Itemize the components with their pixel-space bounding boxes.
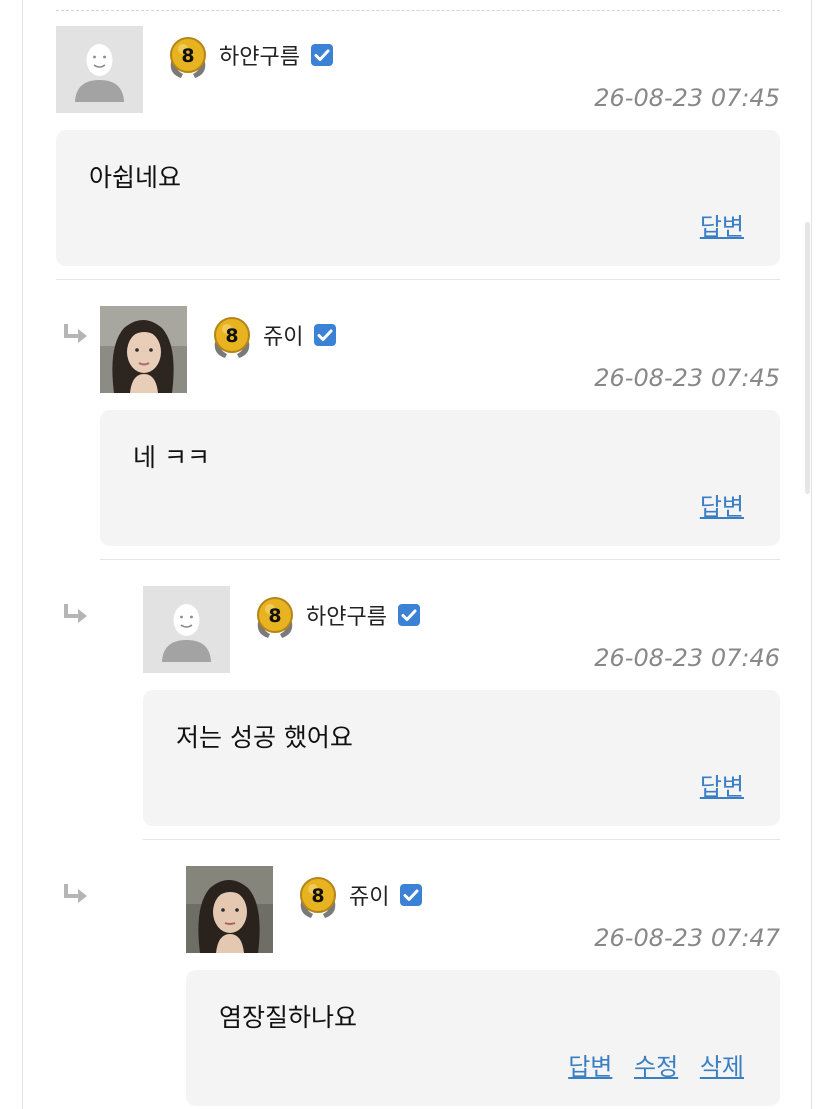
reply-arrow-icon [62, 882, 92, 908]
nickname-text[interactable]: 쥬이 [349, 885, 389, 910]
timestamp: 26-08-23 07:46 [594, 644, 780, 672]
level-badge-icon: 8 [293, 872, 343, 922]
reply-arrow-icon [62, 602, 92, 628]
comment-item: 8 하얀구름 26-08-23 07:46 저는 성공 했어요 답변 [143, 586, 780, 854]
comment-content: 저는 성공 했어요 [176, 723, 353, 752]
nickname-text[interactable]: 하얀구름 [219, 45, 300, 70]
comment-content: 네 ㅋㅋ [133, 443, 210, 472]
default-avatar-icon [56, 26, 143, 113]
verified-check-icon [310, 43, 334, 67]
comment-item: 8 쥬이 26-08-23 07:47 염장질하나요 답변 수정 삭제 [186, 866, 780, 1109]
verified-check-icon [399, 883, 423, 907]
nickname[interactable]: 하얀구름 [219, 43, 334, 72]
timestamp: 26-08-23 07:45 [594, 364, 780, 392]
reply-link[interactable]: 답변 [700, 213, 744, 241]
frame-right-border [811, 0, 812, 1109]
delete-link[interactable]: 삭제 [700, 1053, 744, 1081]
level-badge-icon: 8 [163, 32, 213, 82]
timestamp: 26-08-23 07:47 [594, 924, 780, 952]
comment-bubble: 염장질하나요 답변 수정 삭제 [186, 970, 780, 1106]
reply-arrow-icon [62, 322, 92, 348]
comment-thread-page: 8 하얀구름 26-08-23 07:45 아쉽네요 답변 8 쥬이 26-08… [0, 0, 835, 1109]
svg-text:8: 8 [181, 45, 194, 67]
frame-left-border [22, 0, 23, 1109]
comment-bubble: 네 ㅋㅋ 답변 [100, 410, 780, 546]
default-avatar-icon [143, 586, 230, 673]
reply-link[interactable]: 답변 [700, 493, 744, 521]
top-dashed-divider [56, 10, 780, 11]
profile-photo-avatar [100, 306, 187, 393]
comment-divider [100, 559, 780, 560]
comment-bubble: 저는 성공 했어요 답변 [143, 690, 780, 826]
comment-actions: 답변 [686, 487, 744, 522]
timestamp: 26-08-23 07:45 [594, 84, 780, 112]
reply-link[interactable]: 답변 [568, 1053, 612, 1081]
comment-content: 염장질하나요 [219, 1003, 358, 1032]
scrollbar[interactable] [805, 222, 810, 494]
level-badge-icon: 8 [207, 312, 257, 362]
comment-content: 아쉽네요 [89, 163, 182, 192]
comment-actions: 답변 [686, 767, 744, 802]
reply-link[interactable]: 답변 [700, 773, 744, 801]
svg-text:8: 8 [311, 885, 324, 907]
svg-text:8: 8 [225, 325, 238, 347]
profile-photo-avatar [186, 866, 273, 953]
comment-bubble: 아쉽네요 답변 [56, 130, 780, 266]
edit-link[interactable]: 수정 [634, 1053, 678, 1081]
verified-check-icon [313, 323, 337, 347]
comment-divider [56, 279, 780, 280]
nickname-text[interactable]: 하얀구름 [306, 605, 387, 630]
verified-check-icon [397, 603, 421, 627]
nickname[interactable]: 쥬이 [263, 323, 337, 352]
nickname[interactable]: 하얀구름 [306, 603, 421, 632]
level-badge-icon: 8 [250, 592, 300, 642]
comment-actions: 답변 [686, 207, 744, 242]
comment-divider [143, 839, 780, 840]
svg-text:8: 8 [268, 605, 281, 627]
comment-item: 8 하얀구름 26-08-23 07:45 아쉽네요 답변 [56, 26, 780, 294]
comment-actions: 답변 수정 삭제 [554, 1047, 744, 1082]
nickname[interactable]: 쥬이 [349, 883, 423, 912]
nickname-text[interactable]: 쥬이 [263, 325, 303, 350]
comment-item: 8 쥬이 26-08-23 07:45 네 ㅋㅋ 답변 [100, 306, 780, 574]
